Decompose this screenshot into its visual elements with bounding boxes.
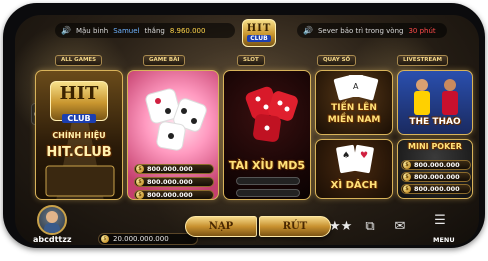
game-lobby-screen: 🔊 Mậu binh Samuel thắng 8.960.000 HIT CL… [15,15,479,245]
xi-dach-title: XÌ DÁCH [330,180,378,191]
coin-icon: $ [101,235,109,243]
red-dice-icon [245,86,298,142]
jackpot-value: 800.000.000 [414,161,460,169]
tab-game-bai[interactable]: GAME BÀI [143,55,186,66]
maintenance-notice: 🔊 Sever bảo trì trong vòng 30 phút [297,23,447,38]
featured-logo: HIT CLUB [50,81,108,123]
menu-icon[interactable]: ☰ [429,213,451,229]
featured-logo-subtext: CLUB [62,114,96,123]
win-ticker: 🔊 Mậu binh Samuel thắng 8.960.000 [55,23,235,38]
jackpot-row: $ 800.000.000 [401,160,471,170]
tab-quay-so[interactable]: QUAY SỐ [317,55,357,66]
players-icon [414,79,458,115]
jackpot-row: $ 800.000.000 [401,172,471,182]
device-frame: 🔊 Mậu binh Samuel thắng 8.960.000 HIT CL… [3,3,485,248]
featured-brand: HIT.CLUB [46,145,112,160]
leaderboard-icon[interactable]: ★★ [329,219,352,235]
coin-icon: $ [403,173,411,181]
card-hitclub-featured[interactable]: HIT CLUB CHÍNH HIỆU HIT.CLUB [35,70,123,200]
svg-text:♠: ♠ [342,151,350,161]
card-mini-poker[interactable]: MINI POKER $ 800.000.000 $ 800.000.000 $… [397,139,473,199]
tai-xiu-bar [236,177,300,185]
coin-icon: $ [136,178,144,186]
svg-text:A: A [353,82,359,91]
card-the-thao[interactable]: THE THAO [397,70,473,135]
logo-text: HIT [246,23,272,34]
speaker-icon: 🔊 [303,26,313,35]
coin-icon: $ [403,161,411,169]
card-tai-xiu-md5[interactable]: TÀI XỈU MD5 [223,70,311,200]
ticker-user: Samuel [113,26,140,35]
jackpot-value: 800.000.000 [147,178,193,186]
deposit-button[interactable]: NẠP [185,216,257,237]
blackjack-cards-icon: ♠ ♥ [336,144,374,174]
mini-poker-title: MINI POKER [408,142,462,151]
speaker-icon: 🔊 [61,26,71,35]
featured-logo-text: HIT [59,83,99,104]
tai-xiu-bar [236,189,300,197]
user-avatar-icon [44,211,60,233]
tai-xiu-title: TÀI XỈU MD5 [228,159,306,172]
tien-len-title-2: MIỀN NAM [327,115,381,125]
featured-tagline: CHÍNH HIỆU [52,131,106,140]
ticker-verb: thắng [144,26,165,35]
card-tien-len-mien-nam[interactable]: A TIẾN LÊN MIỀN NAM [315,70,393,135]
jackpot-value: 800.000.000 [414,185,460,193]
jackpot-value: 800.000.000 [414,173,460,181]
withdraw-button[interactable]: RÚT [259,216,331,237]
coin-icon: $ [136,191,144,199]
tab-slot[interactable]: SLOT [237,55,265,66]
card-dice-game[interactable]: $ 800.000.000 $ 800.000.000 $ 800.000.00… [127,70,219,200]
jackpot-row: $ 800.000.000 [401,184,471,194]
hitclub-logo: HIT CLUB [242,19,276,47]
jackpot-row: $ 800.000.000 [134,164,214,174]
menu-label[interactable]: MENU [433,236,455,244]
notice-highlight: 30 phút [408,26,436,35]
tab-livestream[interactable]: LIVESTREAM [397,55,448,66]
svg-text:♥: ♥ [360,151,368,161]
ticker-game: Mậu binh [75,26,109,35]
card-xi-dach[interactable]: ♠ ♥ XÌ DÁCH [315,139,393,199]
the-thao-title: THE THAO [409,117,461,127]
tien-len-title-1: TIẾN LÊN [331,103,377,113]
jackpot-row: $ 800.000.000 [134,190,214,199]
logo-subtext: CLUB [247,35,271,42]
tab-all-games[interactable]: ALL GAMES [55,55,103,66]
username: abcdttzz [33,235,72,244]
jackpot-value: 800.000.000 [147,165,193,173]
notice-text: Sever bảo trì trong vòng [317,26,404,35]
avatar[interactable] [37,205,67,235]
dice-icon [145,88,207,151]
balance-display: $ 20.000.000.000 [98,233,198,245]
coin-icon: $ [136,165,144,173]
mail-icon[interactable]: ✉ [389,219,411,235]
jackpot-row: $ 800.000.000 [134,177,214,187]
events-icon[interactable]: ⧉ [359,219,381,235]
coin-icon: $ [403,185,411,193]
balance-value: 20.000.000.000 [113,235,169,243]
ticker-amount: 8.960.000 [169,26,206,35]
jackpot-value: 800.000.000 [147,191,193,199]
